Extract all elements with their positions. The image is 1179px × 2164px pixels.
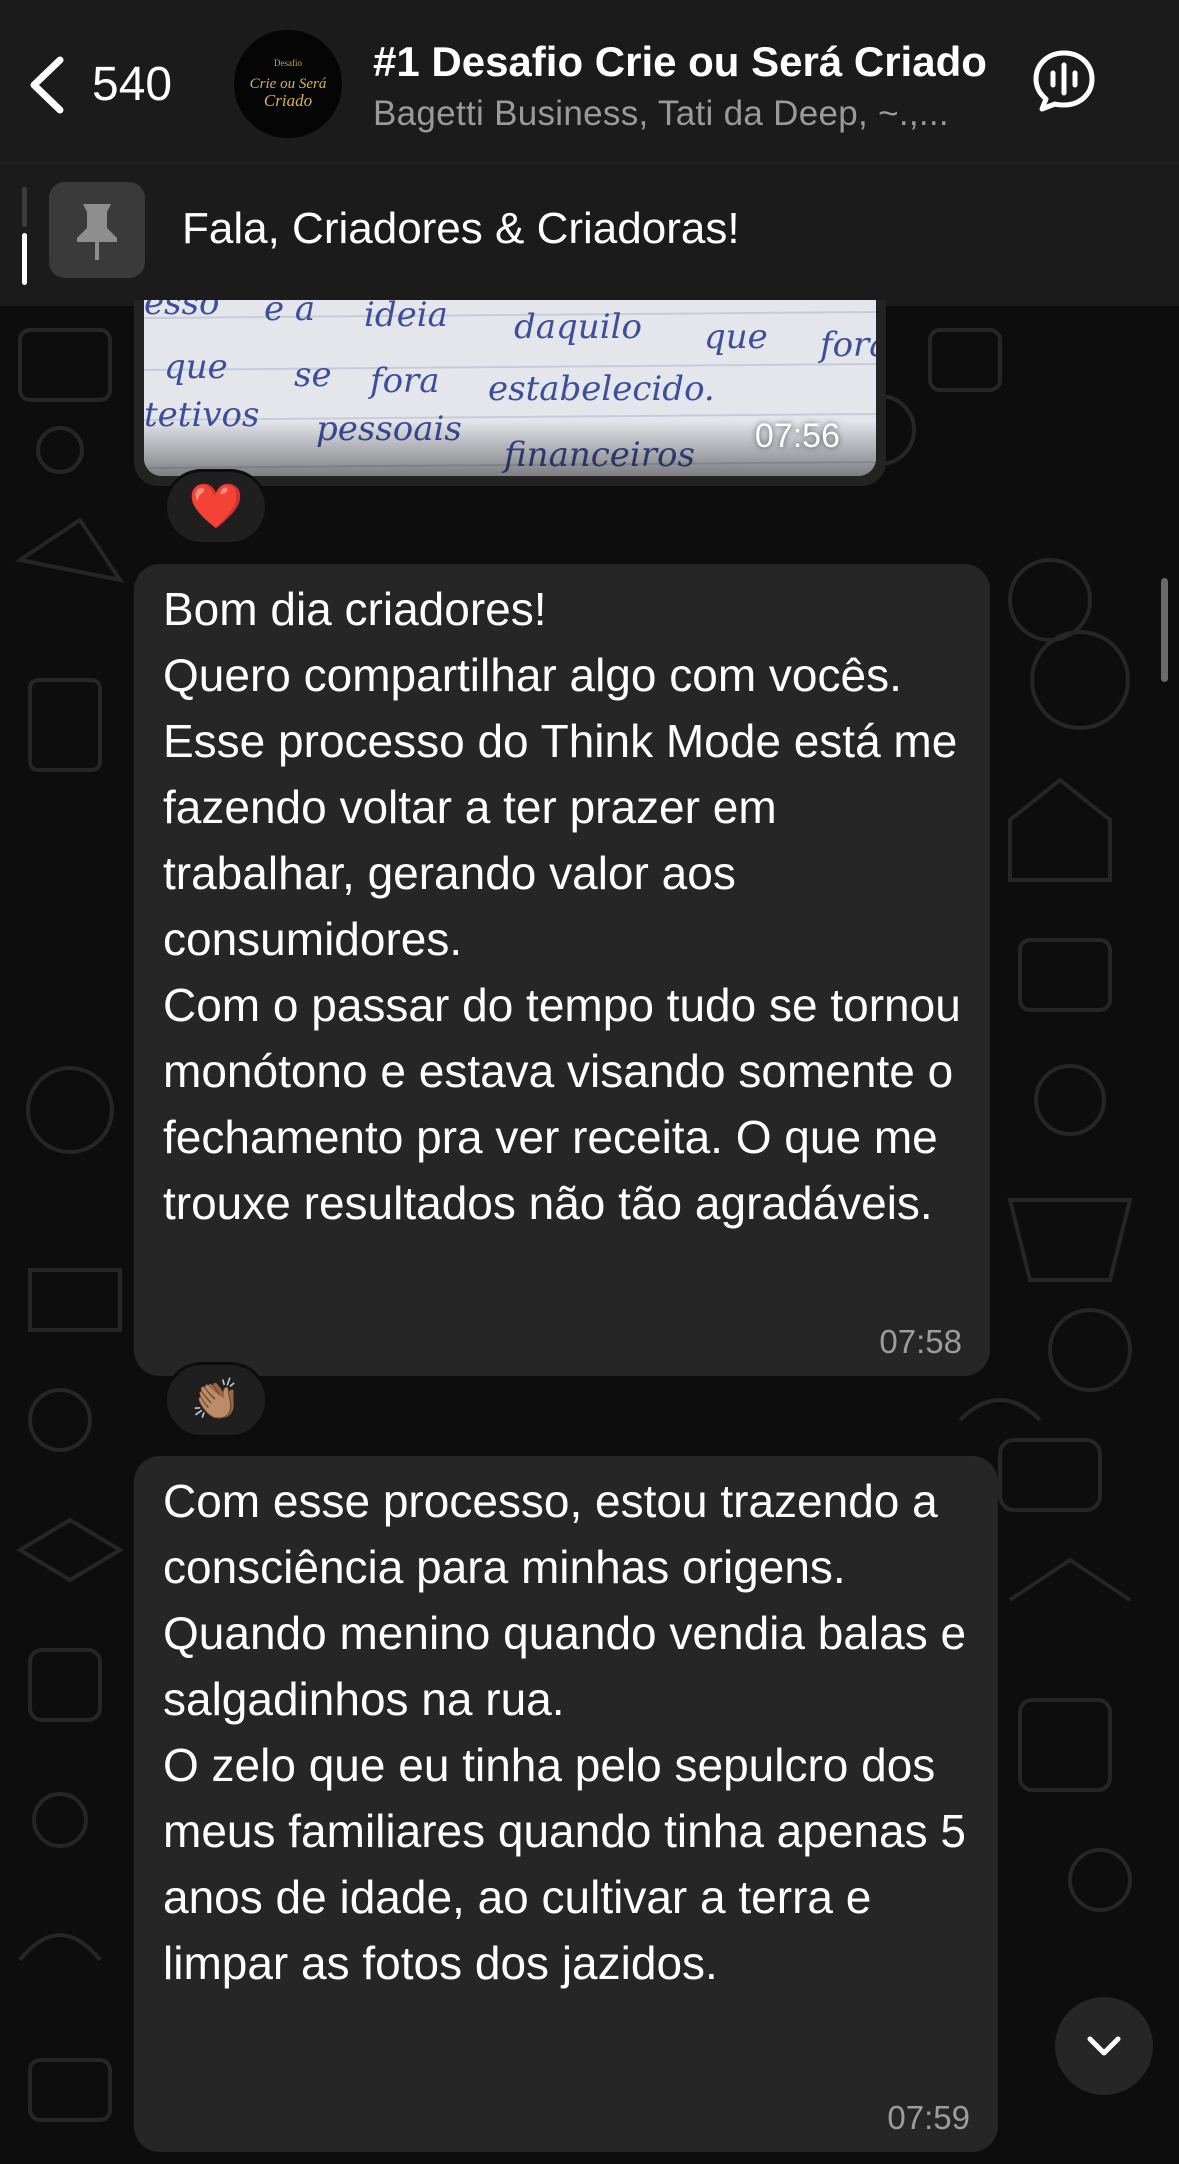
avatar-logo-top-text: Desafio [274,58,302,68]
svg-text:que: que [164,347,228,387]
chat-header: 540 Desafio Crie ou Será Criado #1 Desaf… [0,0,1179,162]
scrollbar-thumb[interactable] [1161,578,1168,682]
image-message[interactable]: esso e a ideia daquilo que fora que se f… [134,300,886,486]
message-time: 07:58 [879,1323,962,1360]
svg-text:Criado: Criado [264,91,312,110]
pin-icon-box [49,182,145,278]
text-message[interactable]: Com esse processo, estou trazendo a cons… [134,1456,998,2152]
svg-text:ideia: ideia [364,300,448,335]
group-members[interactable]: Bagetti Business, Tati da Deep, ~.,... [373,92,993,136]
svg-text:que: que [704,317,768,357]
svg-text:estabelecido.: estabelecido. [488,369,715,409]
message-time: 07:56 [754,417,840,455]
heart-reaction: ❤️ [188,482,244,531]
chevron-down-icon [1087,2036,1121,2056]
handwritten-note-photo[interactable]: esso e a ideia daquilo que fora que se f… [144,300,876,476]
group-title[interactable]: #1 Desafio Crie ou Será Criado [373,34,1013,90]
svg-text:Crie ou Será: Crie ou Será [250,76,327,92]
svg-text:daquilo: daquilo [514,307,642,347]
reaction-badge[interactable]: 👏🏽 [164,1362,268,1438]
unread-count[interactable]: 540 [92,52,172,118]
scroll-to-bottom-button[interactable] [1055,1997,1153,2095]
reaction-badge[interactable]: ❤️ [164,469,268,545]
svg-text:fora: fora [817,325,876,365]
pinned-indicator [22,187,27,285]
group-avatar[interactable]: Desafio Crie ou Será Criado [234,30,342,138]
back-button[interactable] [22,52,72,118]
voice-chat-icon [1033,50,1095,112]
pinned-message-text: Fala, Criadores & Criadoras! [182,204,740,253]
message-text: Com esse processo, estou trazendo a cons… [163,1475,967,1989]
message-text: Bom dia criadores! Quero compartilhar al… [163,583,961,1229]
clap-reaction: 👏🏽 [191,1378,241,1422]
message-time: 07:59 [887,2099,970,2136]
svg-text:esso: esso [144,300,220,323]
text-message[interactable]: Bom dia criadores! Quero compartilhar al… [134,564,990,1376]
chevron-left-icon [30,56,64,114]
voice-chat-button[interactable] [1030,47,1098,115]
svg-text:e a: e a [264,300,315,329]
pin-icon [77,204,117,260]
svg-text:fora: fora [367,361,440,401]
pinned-message-bar[interactable]: Fala, Criadores & Criadoras! [0,162,1179,306]
svg-text:se: se [294,355,332,395]
